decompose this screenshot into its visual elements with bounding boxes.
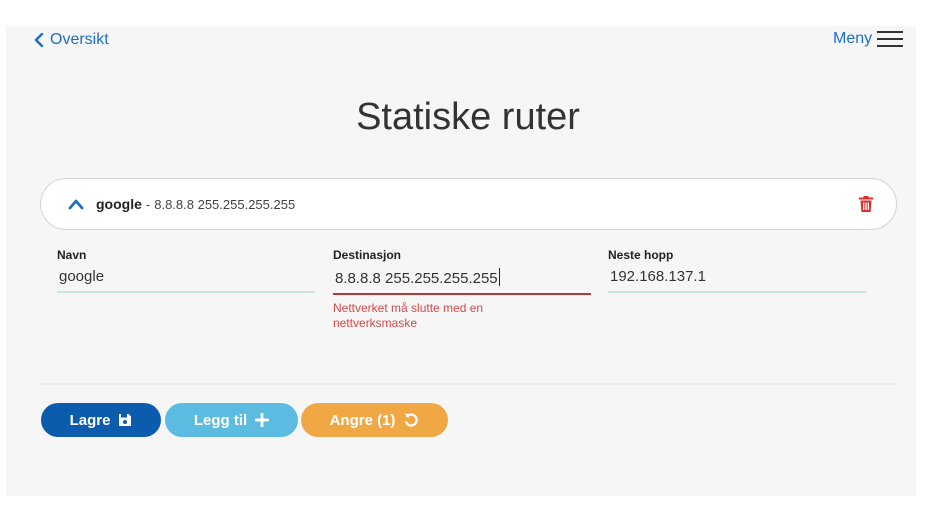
name-input[interactable]: google bbox=[57, 266, 315, 293]
chevron-left-icon bbox=[34, 33, 44, 47]
route-name: google bbox=[96, 196, 142, 212]
destination-error-message: Nettverket må slutte med en nettverksmas… bbox=[333, 301, 484, 330]
route-separator: - bbox=[145, 196, 151, 212]
add-button[interactable]: Legg til bbox=[165, 403, 298, 437]
back-link[interactable]: Oversikt bbox=[34, 31, 109, 49]
destination-field-label: Destinasjon bbox=[333, 248, 402, 262]
save-button-label: Lagre bbox=[69, 411, 111, 429]
destination-input-value: 8.8.8.8 255.255.255.255 bbox=[335, 270, 498, 287]
route-destination-summary: 8.8.8.8 255.255.255.255 bbox=[154, 196, 296, 212]
name-field-label: Navn bbox=[57, 248, 87, 262]
name-field: Navn google bbox=[57, 248, 315, 293]
menu-button[interactable]: Meny bbox=[833, 29, 904, 49]
menu-label: Meny bbox=[833, 30, 873, 47]
route-accordion-header[interactable]: google - 8.8.8.8 255.255.255.255 bbox=[40, 178, 897, 230]
chevron-up-icon[interactable] bbox=[68, 198, 84, 210]
save-button[interactable]: Lagre bbox=[41, 403, 161, 437]
page-title: Statiske ruter bbox=[356, 96, 580, 138]
text-caret bbox=[498, 268, 500, 286]
trash-icon[interactable] bbox=[859, 196, 873, 212]
floppy-disk-icon bbox=[119, 414, 132, 426]
plus-icon bbox=[255, 413, 270, 427]
undo-button[interactable]: Angre (1) bbox=[301, 403, 448, 437]
top-strip bbox=[0, 0, 936, 26]
next-hop-field-label: Neste hopp bbox=[608, 248, 674, 262]
right-band bbox=[916, 0, 936, 510]
back-link-label: Oversikt bbox=[50, 31, 109, 48]
hamburger-menu-icon bbox=[877, 31, 904, 47]
undo-icon bbox=[404, 413, 419, 427]
next-hop-field: Neste hopp 192.168.137.1 bbox=[608, 248, 866, 293]
divider bbox=[40, 383, 896, 385]
destination-input[interactable]: 8.8.8.8 255.255.255.255 bbox=[333, 266, 591, 295]
add-button-label: Legg til bbox=[193, 411, 248, 429]
undo-button-label: Angre (1) bbox=[329, 411, 396, 429]
next-hop-input[interactable]: 192.168.137.1 bbox=[608, 266, 866, 293]
destination-field: Destinasjon 8.8.8.8 255.255.255.255 Nett… bbox=[333, 248, 591, 331]
